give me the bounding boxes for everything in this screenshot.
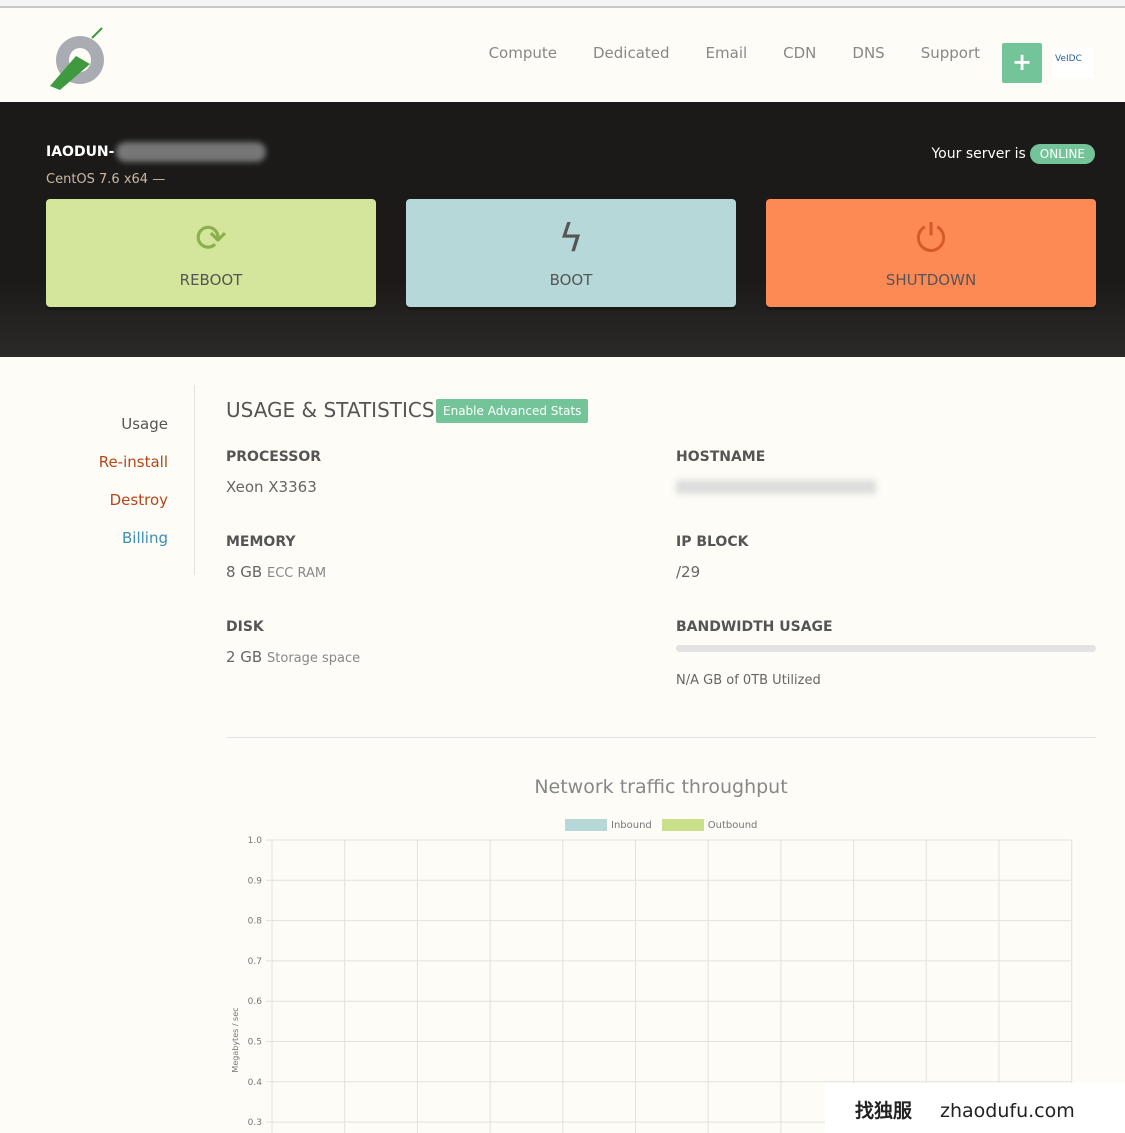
nav-email[interactable]: Email xyxy=(706,44,748,62)
shutdown-button[interactable]: ⏻ SHUTDOWN xyxy=(766,199,1096,307)
page-title: USAGE & STATISTICS xyxy=(226,398,435,422)
browser-top-bar xyxy=(0,0,1125,8)
memory-value: 8 GB ECC RAM xyxy=(226,563,326,581)
memory-unit: ECC RAM xyxy=(267,566,327,581)
disk-amount: 2 GB xyxy=(226,648,263,666)
server-hero: IAODUN- CentOS 7.6 x64 — Your server is O… xyxy=(0,102,1125,357)
y-tick-label: 0.3 xyxy=(248,1118,262,1128)
nav-dedicated[interactable]: Dedicated xyxy=(593,44,670,62)
chart-title: Network traffic throughput xyxy=(534,776,788,798)
processor-label: PROCESSOR xyxy=(226,449,321,465)
disk-value: 2 GB Storage space xyxy=(226,648,360,666)
reboot-label: REBOOT xyxy=(179,271,243,289)
boot-button[interactable]: ϟ BOOT xyxy=(406,199,736,307)
watermark-en: zhaodufu.com xyxy=(940,1100,1075,1122)
lightning-icon: ϟ xyxy=(558,216,584,260)
watermark-cn: 找独服 xyxy=(855,1100,913,1122)
nav-cdn[interactable]: CDN xyxy=(783,44,816,62)
sidebar: Usage Re-install Destroy Billing xyxy=(0,385,195,575)
memory-label: MEMORY xyxy=(226,534,296,550)
y-tick-label: 0.5 xyxy=(248,1038,262,1048)
sidebar-item-usage[interactable]: Usage xyxy=(121,415,168,433)
top-nav: Compute Dedicated Email CDN DNS Support … xyxy=(0,8,1125,100)
ipblock-value: /29 xyxy=(676,563,701,581)
logo[interactable] xyxy=(46,20,110,92)
refresh-icon: ⟳ xyxy=(195,216,227,260)
memory-amount: 8 GB xyxy=(226,563,263,581)
disk-unit: Storage space xyxy=(267,651,361,666)
y-tick-label: 1.0 xyxy=(248,836,263,846)
bandwidth-label: BANDWIDTH USAGE xyxy=(676,619,833,635)
server-os: CentOS 7.6 x64 — xyxy=(46,172,166,187)
sidebar-item-reinstall[interactable]: Re-install xyxy=(99,453,168,471)
y-tick-label: 0.8 xyxy=(248,917,263,927)
bandwidth-text: N/A GB of 0TB Utilized xyxy=(676,673,821,688)
watermark-banner: 找独服 zhaodufu.com xyxy=(825,1083,1125,1133)
redacted xyxy=(116,142,267,162)
server-status: Your server is ONLINE xyxy=(931,144,1095,164)
hostname-label: HOSTNAME xyxy=(676,449,766,465)
legend-inbound[interactable]: Inbound xyxy=(611,820,652,831)
divider xyxy=(226,737,1096,738)
enable-advanced-stats-button[interactable]: Enable Advanced Stats xyxy=(436,399,589,423)
nav-compute[interactable]: Compute xyxy=(489,44,557,62)
server-name-text: IAODUN- xyxy=(46,144,115,160)
status-badge: ONLINE xyxy=(1029,144,1095,164)
add-button[interactable]: + xyxy=(1002,43,1042,83)
partner-logo[interactable]: VeIDC xyxy=(1053,48,1093,78)
boot-label: BOOT xyxy=(549,271,593,289)
y-axis-label: Megabytes / sec xyxy=(231,1007,240,1072)
ipblock-label: IP BLOCK xyxy=(676,534,749,550)
server-name: IAODUN- xyxy=(46,142,267,162)
nav-support[interactable]: Support xyxy=(921,44,980,62)
y-tick-label: 0.9 xyxy=(248,876,263,886)
power-icon: ⏻ xyxy=(915,216,947,260)
nav-dns[interactable]: DNS xyxy=(852,44,884,62)
y-tick-label: 0.7 xyxy=(248,957,262,967)
disk-label: DISK xyxy=(226,619,264,635)
status-prefix: Your server is xyxy=(931,146,1026,162)
sidebar-item-destroy[interactable]: Destroy xyxy=(110,491,168,509)
hostname-redacted xyxy=(676,480,876,494)
y-tick-label: 0.4 xyxy=(248,1078,263,1088)
legend-outbound[interactable]: Outbound xyxy=(708,820,758,831)
bandwidth-progress-bar xyxy=(676,645,1096,652)
processor-value: Xeon X3363 xyxy=(226,478,317,496)
reboot-button[interactable]: ⟳ REBOOT xyxy=(46,199,376,307)
y-tick-label: 0.6 xyxy=(248,997,263,1007)
sidebar-item-billing[interactable]: Billing xyxy=(122,529,168,547)
shutdown-label: SHUTDOWN xyxy=(885,271,977,289)
